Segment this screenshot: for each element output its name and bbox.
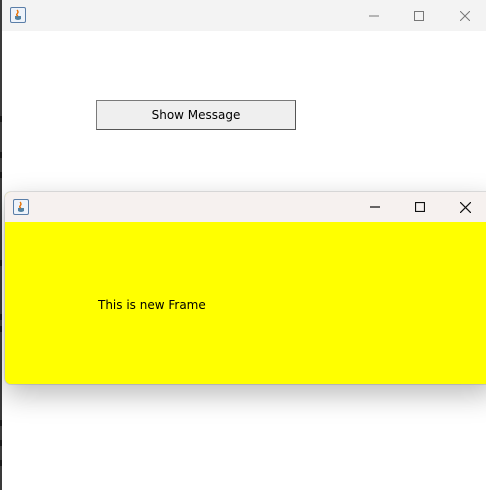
maximize-icon[interactable] bbox=[397, 192, 443, 222]
close-icon[interactable] bbox=[442, 0, 486, 31]
child-content-panel: This is new Frame bbox=[5, 222, 486, 384]
child-titlebar[interactable] bbox=[5, 192, 486, 222]
main-titlebar[interactable] bbox=[2, 0, 486, 31]
child-window: This is new Frame bbox=[5, 192, 486, 384]
message-label: This is new Frame bbox=[98, 298, 206, 312]
show-message-button[interactable]: Show Message bbox=[96, 100, 296, 130]
maximize-icon[interactable] bbox=[396, 0, 442, 31]
java-cup-icon[interactable] bbox=[10, 7, 26, 23]
minimize-icon[interactable] bbox=[351, 0, 397, 31]
java-cup-icon[interactable] bbox=[13, 199, 29, 215]
close-icon[interactable] bbox=[442, 192, 486, 222]
minimize-icon[interactable] bbox=[352, 192, 398, 222]
background-window-edge bbox=[0, 0, 3, 490]
